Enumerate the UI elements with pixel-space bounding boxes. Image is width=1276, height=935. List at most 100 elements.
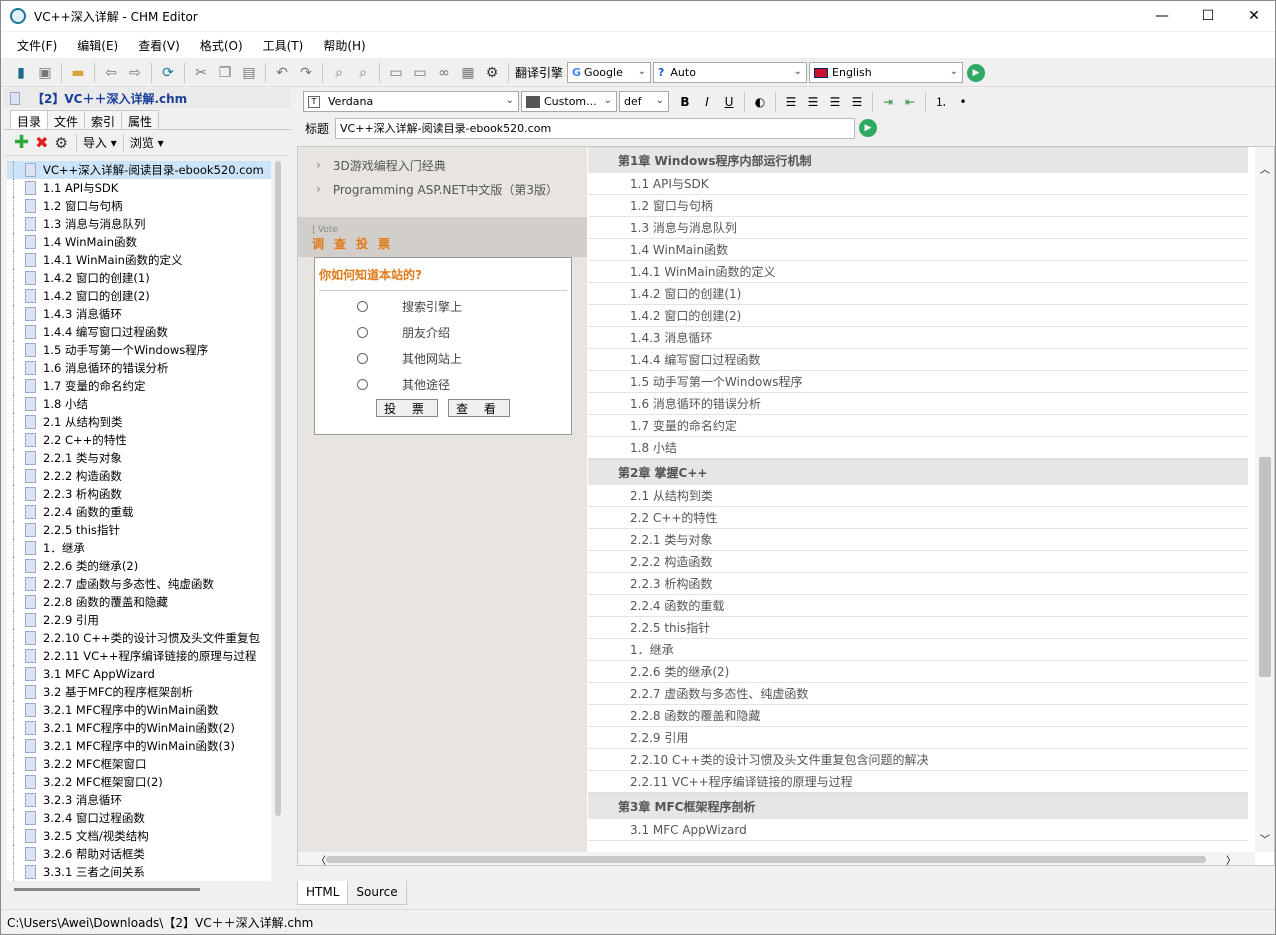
toc-link[interactable]: 2.2.3 析构函数	[588, 573, 1248, 595]
toc-link[interactable]: 1.1 API与SDK	[588, 173, 1248, 195]
menu-tools[interactable]: 工具(T)	[253, 37, 314, 54]
vote-option[interactable]: 搜索引擎上	[315, 293, 571, 319]
toc-link[interactable]: 1.2 窗口与句柄	[588, 195, 1248, 217]
tree-item[interactable]: 2.2.3 析构函数	[7, 485, 271, 503]
tree-item[interactable]: 2.2.6 类的继承(2)	[7, 557, 271, 575]
find-icon[interactable]: ⌕	[329, 63, 349, 83]
bold-button[interactable]: B	[675, 92, 695, 112]
tree-item[interactable]: 1.4.4 编写窗口过程函数	[7, 323, 271, 341]
tree-item[interactable]: 3.3.1 三者之间关系	[7, 863, 271, 881]
align-center-icon[interactable]: ☰	[803, 92, 823, 112]
radio-button[interactable]	[357, 300, 368, 312]
chapter-heading[interactable]: 第2章 掌握C++	[588, 459, 1248, 485]
tree-vertical-scrollbar[interactable]	[275, 161, 281, 816]
import-button[interactable]: 导入 ▾	[83, 134, 117, 151]
toc-link[interactable]: 2.2.2 构造函数	[588, 551, 1248, 573]
link-item[interactable]: 3D游戏编程入门经典	[298, 153, 558, 177]
scroll-left-icon[interactable]: 〈	[316, 852, 326, 865]
close-button[interactable]: ✕	[1231, 1, 1276, 31]
tab-html[interactable]: HTML	[297, 881, 349, 905]
tab-index[interactable]: 索引	[84, 110, 123, 129]
toc-link[interactable]: 1.4 WinMain函数	[588, 239, 1248, 261]
back-arrow-icon[interactable]: ⇦	[101, 63, 121, 83]
image-icon[interactable]: ▭	[386, 63, 406, 83]
undo-icon[interactable]: ↶	[272, 63, 292, 83]
radio-button[interactable]	[357, 352, 368, 364]
tree-item[interactable]: 1.1 API与SDK	[7, 179, 271, 197]
toc-link[interactable]: 2.1 从结构到类	[588, 485, 1248, 507]
browse-button[interactable]: 浏览 ▾	[130, 134, 164, 151]
toc-link[interactable]: 2.2.6 类的继承(2)	[588, 661, 1248, 683]
menu-format[interactable]: 格式(O)	[190, 37, 253, 54]
tree-item[interactable]: 3.2.4 窗口过程函数	[7, 809, 271, 827]
tree-item[interactable]: 1.3 消息与消息队列	[7, 215, 271, 233]
tree-item[interactable]: 2.1 从结构到类	[7, 413, 271, 431]
tree-item[interactable]: VC++深入详解-阅读目录-ebook520.com	[7, 161, 271, 179]
scroll-down-icon[interactable]: ﹀	[1260, 831, 1270, 846]
tree-item[interactable]: 3.2 基于MFC的程序框架剖析	[7, 683, 271, 701]
tree-item[interactable]: 1.4 WinMain函数	[7, 233, 271, 251]
forward-arrow-icon[interactable]: ⇨	[125, 63, 145, 83]
color-select[interactable]: Custom... ⌄	[521, 91, 617, 112]
tree-item[interactable]: 3.2.6 帮助对话框类	[7, 845, 271, 863]
vote-option[interactable]: 朋友介绍	[315, 319, 571, 345]
align-right-icon[interactable]: ☰	[825, 92, 845, 112]
maximize-button[interactable]: ☐	[1185, 1, 1231, 31]
tree-item[interactable]: 1.5 动手写第一个Windows程序	[7, 341, 271, 359]
toc-link[interactable]: 1.4.3 消息循环	[588, 327, 1248, 349]
toc-link[interactable]: 2.2.8 函数的覆盖和隐藏	[588, 705, 1248, 727]
tab-source[interactable]: Source	[347, 881, 407, 905]
link-item[interactable]: Programming ASP.NET中文版（第3版）	[298, 177, 558, 201]
tree-item[interactable]: 3.2.5 文档/视类结构	[7, 827, 271, 845]
tree-item[interactable]: 2.2.8 函数的覆盖和隐藏	[7, 593, 271, 611]
scroll-up-icon[interactable]: ︿	[1260, 161, 1270, 176]
outdent-icon[interactable]: ⇤	[900, 92, 920, 112]
toc-link[interactable]: 2.2.9 引用	[588, 727, 1248, 749]
settings-icon[interactable]: ⚙	[55, 134, 68, 152]
toc-link[interactable]: 2.2.7 虚函数与多态性、纯虚函数	[588, 683, 1248, 705]
tree-item[interactable]: 3.2.2 MFC框架窗口	[7, 755, 271, 773]
chapter-heading[interactable]: 第3章 MFC框架程序剖析	[588, 793, 1248, 819]
subject-go-button[interactable]: ▶	[859, 119, 878, 137]
toc-link[interactable]: 1.7 变量的命名约定	[588, 415, 1248, 437]
minimize-button[interactable]: —	[1139, 1, 1185, 31]
tree-item[interactable]: 3.2.3 消息循环	[7, 791, 271, 809]
tree-item[interactable]: 2.2 C++的特性	[7, 431, 271, 449]
html-preview[interactable]: 3D游戏编程入门经典 Programming ASP.NET中文版（第3版） |…	[297, 146, 1275, 866]
book-icon[interactable]: ▮	[11, 63, 31, 83]
gear-icon[interactable]: ⚙	[482, 63, 502, 83]
tree-item[interactable]: 1.8 小结	[7, 395, 271, 413]
toc-link[interactable]: 2.2 C++的特性	[588, 507, 1248, 529]
refresh-icon[interactable]: ⟳	[158, 63, 178, 83]
tree-item[interactable]: 2.2.9 引用	[7, 611, 271, 629]
size-select[interactable]: def ⌄	[619, 91, 669, 112]
tree-item[interactable]: 2.2.1 类与对象	[7, 449, 271, 467]
toc-link[interactable]: 1.4.2 窗口的创建(1)	[588, 283, 1248, 305]
toc-link[interactable]: 1.5 动手写第一个Windows程序	[588, 371, 1248, 393]
tab-properties[interactable]: 属性	[121, 110, 160, 129]
paste-icon[interactable]: ▤	[239, 63, 259, 83]
toc-link[interactable]: 1.3 消息与消息队列	[588, 217, 1248, 239]
add-icon[interactable]: ✚	[14, 132, 29, 153]
tree-item[interactable]: 3.1 MFC AppWizard	[7, 665, 271, 683]
tree-item[interactable]: 1.4.2 窗口的创建(1)	[7, 269, 271, 287]
radio-button[interactable]	[357, 378, 368, 390]
link-icon[interactable]: ∞	[434, 63, 454, 83]
tree-item[interactable]: 3.2.2 MFC框架窗口(2)	[7, 773, 271, 791]
tree-item[interactable]: 2.2.4 函数的重载	[7, 503, 271, 521]
menu-file[interactable]: 文件(F)	[7, 37, 67, 54]
tab-files[interactable]: 文件	[47, 110, 86, 129]
toc-link[interactable]: 3.1 MFC AppWizard	[588, 819, 1248, 841]
table-icon[interactable]: ▦	[458, 63, 478, 83]
save-icon[interactable]: ▣	[35, 63, 55, 83]
tree-item[interactable]: 1．继承	[7, 539, 271, 557]
image2-icon[interactable]: ▭	[410, 63, 430, 83]
italic-button[interactable]: I	[697, 92, 717, 112]
font-select[interactable]: T Verdana ⌄	[303, 91, 519, 112]
toc-link[interactable]: 2.2.11 VC++程序编译链接的原理与过程	[588, 771, 1248, 793]
source-language-select[interactable]: ? Auto ⌄	[653, 62, 808, 83]
toc-link[interactable]: 1．继承	[588, 639, 1248, 661]
radio-button[interactable]	[357, 326, 368, 338]
tree-item[interactable]: 2.2.2 构造函数	[7, 467, 271, 485]
vote-button[interactable]: 投 票	[376, 399, 438, 417]
